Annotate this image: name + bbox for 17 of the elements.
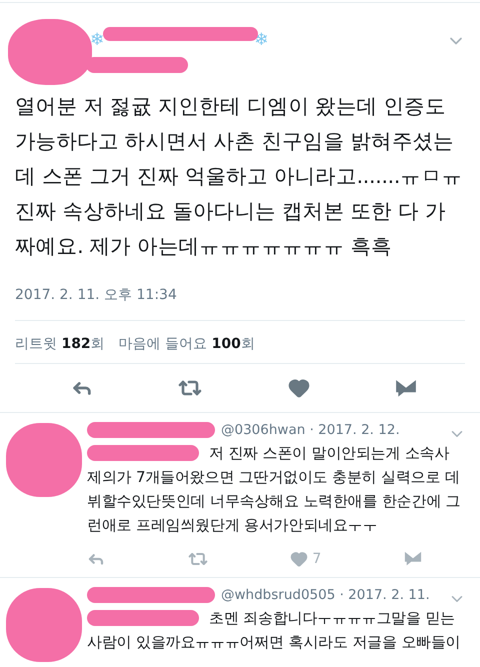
tweet-stat: 마음에 들어요 100회 [118,335,255,353]
heart-icon[interactable] [288,377,310,399]
heart-icon[interactable] [290,550,308,568]
envelope-icon[interactable] [404,551,422,567]
reply-text: 초멘 죄송합니다ㅜㅠㅠㅠ그말을 믿는 [209,608,455,629]
reply-handle-date: @0306hwan · 2017. 2. 12. [221,422,400,438]
reply-text: 제의가 7개들어왔으면 그딴거없이도 충분히 실력으로 데뷔할수있단뜻인데 너무속상해요 노력한애를 한순간에 그런애로 프레임씌웠단게 용서가안되네요ㅜㅜ [87,467,462,536]
tweet-stat: 리트윗 182회 [15,335,105,353]
like-count: 7 [312,551,322,567]
reply-text: 사람이 있을까요ㅠㅠㅠ어쩌면 혹시라도 저글을 오빠들이 [87,632,462,653]
reply-text: 저 진짜 스폰이 말이안되는게 소속사 [209,443,450,464]
snowflake-icon: ❄ [90,32,104,48]
reply-handle-date: @whdbsrud0505 · 2017. 2. 11. [221,587,430,603]
envelope-icon[interactable] [394,378,417,398]
snowflake-icon: ❄ [254,32,268,48]
tweet-text: 열어분 저 젏귮 지인한테 디엠이 왔는데 인증도 가능하다고 하시면서 사촌 친구임을 밝혀주셨는데 스폰 그거 진짜 억울하고 아니라고.......ㅠㅁㅠ 진짜 속상하네요 돌아다니는 캡처본 또한 다 가짜예요. 제가 아는데ㅠㅠㅠㅠㅠㅠㅠ 흑흑 [15,93,464,260]
tweet-date: 2017. 2. 11. 오후 11:34 [15,286,178,304]
